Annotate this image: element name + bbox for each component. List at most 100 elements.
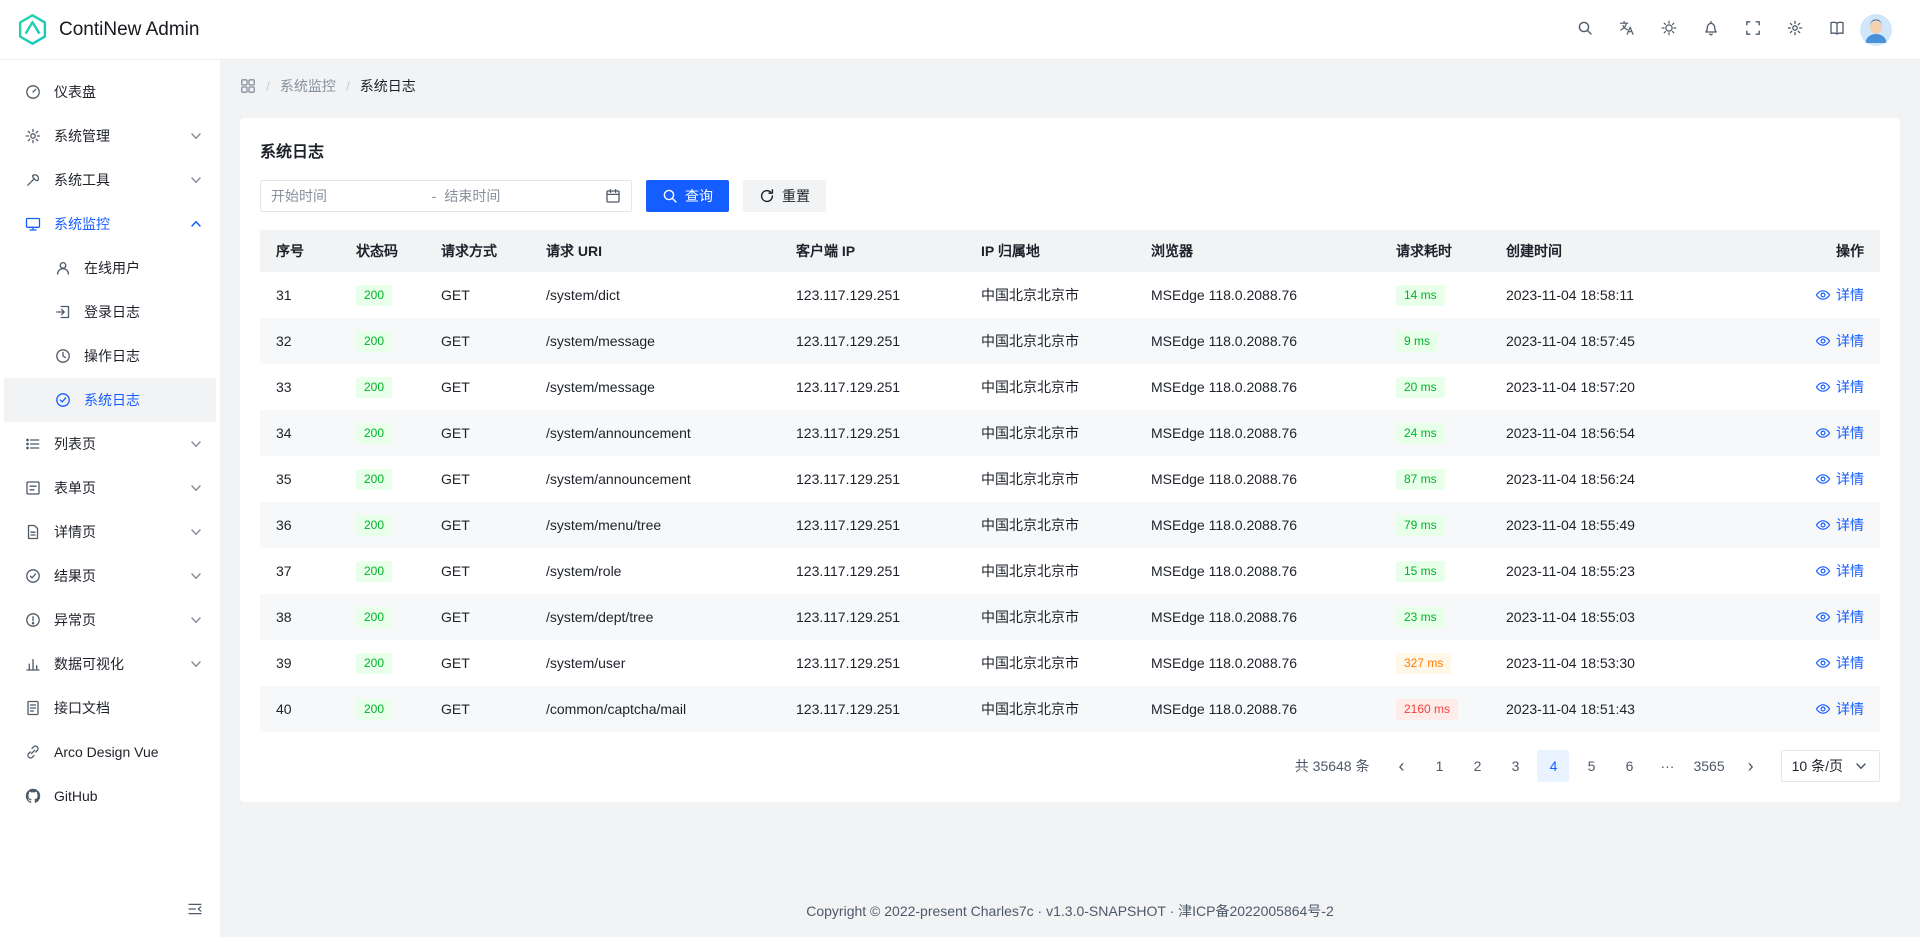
elapsed-badge: 9 ms [1396, 331, 1438, 352]
chevron-down-icon [188, 656, 204, 672]
eye-icon [1815, 655, 1831, 671]
breadcrumb-item-monitor[interactable]: 系统监控 [280, 76, 336, 96]
status-badge: 200 [356, 423, 392, 444]
page-button-5[interactable]: 5 [1575, 750, 1607, 782]
page-button-2[interactable]: 2 [1461, 750, 1493, 782]
app-logo[interactable]: ContiNew Admin [16, 13, 199, 46]
status-badge: 200 [356, 515, 392, 536]
cell-seq: 38 [260, 594, 340, 640]
detail-link[interactable]: 详情 [1815, 515, 1864, 535]
sidebar-item-list-pages[interactable]: 列表页 [4, 422, 216, 466]
docs-button[interactable] [1820, 13, 1854, 47]
search-button[interactable] [1568, 13, 1602, 47]
cell-created_at: 2023-11-04 18:56:54 [1490, 410, 1755, 456]
cell-seq: 35 [260, 456, 340, 502]
detail-link[interactable]: 详情 [1815, 377, 1864, 397]
cell-seq: 39 [260, 640, 340, 686]
settings-button[interactable] [1778, 13, 1812, 47]
sidebar-item-label: 详情页 [54, 522, 176, 542]
apps-icon[interactable] [240, 78, 256, 94]
detail-link[interactable]: 详情 [1815, 607, 1864, 627]
sidebar-item-form-pages[interactable]: 表单页 [4, 466, 216, 510]
cell-status: 200 [340, 594, 425, 640]
sidebar-item-label: 操作日志 [84, 346, 204, 366]
chevron-down-icon [188, 172, 204, 188]
breadcrumb: / 系统监控 / 系统日志 [220, 60, 1920, 112]
sidebar-item-detail-pages[interactable]: 详情页 [4, 510, 216, 554]
sidebar-item-arco-design-vue[interactable]: Arco Design Vue [4, 730, 216, 774]
notification-button[interactable] [1694, 13, 1728, 47]
table-row: 34200GET/system/announcement123.117.129.… [260, 410, 1880, 456]
detail-link[interactable]: 详情 [1815, 423, 1864, 443]
sidebar-item-system-management[interactable]: 系统管理 [4, 114, 216, 158]
sidebar-item-data-visualization[interactable]: 数据可视化 [4, 642, 216, 686]
sidebar-item-system-monitor[interactable]: 系统监控 [4, 202, 216, 246]
detail-link[interactable]: 详情 [1815, 285, 1864, 305]
sidebar-item-dashboard[interactable]: 仪表盘 [4, 70, 216, 114]
cell-elapsed: 2160 ms [1380, 686, 1490, 732]
table-row: 35200GET/system/announcement123.117.129.… [260, 456, 1880, 502]
page-size-value: 10 条/页 [1792, 756, 1843, 776]
page-button-3565[interactable]: 3565 [1689, 750, 1728, 782]
detail-link[interactable]: 详情 [1815, 561, 1864, 581]
column-header-action: 操作 [1755, 230, 1880, 272]
elapsed-badge: 20 ms [1396, 377, 1445, 398]
page-size-select[interactable]: 10 条/页 [1781, 750, 1880, 782]
translate-button[interactable] [1610, 13, 1644, 47]
chevron-down-icon [188, 524, 204, 540]
sidebar-item-api-docs[interactable]: 接口文档 [4, 686, 216, 730]
sidebar-item-label: 系统日志 [84, 390, 204, 410]
page-button-6[interactable]: 6 [1613, 750, 1645, 782]
sidebar-item-github[interactable]: GitHub [4, 774, 216, 818]
detail-link[interactable]: 详情 [1815, 699, 1864, 719]
sidebar-item-system-logs[interactable]: 系统日志 [4, 378, 216, 422]
sidebar-item-operation-logs[interactable]: 操作日志 [4, 334, 216, 378]
theme-light-button[interactable] [1652, 13, 1686, 47]
fullscreen-icon [1745, 20, 1761, 39]
sidebar-item-login-logs[interactable]: 登录日志 [4, 290, 216, 334]
avatar[interactable] [1860, 14, 1892, 46]
cell-status: 200 [340, 364, 425, 410]
sidebar-item-label: 结果页 [54, 566, 176, 586]
detail-link[interactable]: 详情 [1815, 653, 1864, 673]
cell-method: GET [425, 502, 530, 548]
cell-seq: 31 [260, 272, 340, 318]
login-icon [54, 303, 72, 321]
table-row: 37200GET/system/role123.117.129.251中国北京北… [260, 548, 1880, 594]
collapse-sidebar-button[interactable] [182, 897, 208, 923]
syslog-icon [54, 391, 72, 409]
cell-created_at: 2023-11-04 18:56:24 [1490, 456, 1755, 502]
next-page-button[interactable]: › [1735, 750, 1767, 782]
cell-method: GET [425, 640, 530, 686]
cell-uri: /system/dict [530, 272, 780, 318]
detail-link-label: 详情 [1836, 331, 1864, 351]
cell-status: 200 [340, 272, 425, 318]
cell-created_at: 2023-11-04 18:55:23 [1490, 548, 1755, 594]
detail-link[interactable]: 详情 [1815, 469, 1864, 489]
table-row: 31200GET/system/dict123.117.129.251中国北京北… [260, 272, 1880, 318]
sidebar-item-exception-pages[interactable]: 异常页 [4, 598, 216, 642]
cell-seq: 34 [260, 410, 340, 456]
status-badge: 200 [356, 331, 392, 352]
detail-link[interactable]: 详情 [1815, 331, 1864, 351]
pagination-ellipsis[interactable]: ··· [1651, 750, 1683, 782]
column-header-created_at: 创建时间 [1490, 230, 1755, 272]
cell-client_ip: 123.117.129.251 [780, 640, 965, 686]
sidebar-item-system-tools[interactable]: 系统工具 [4, 158, 216, 202]
page-button-4[interactable]: 4 [1537, 750, 1569, 782]
reset-button[interactable]: 重置 [743, 180, 826, 212]
sidebar-item-result-pages[interactable]: 结果页 [4, 554, 216, 598]
page-button-3[interactable]: 3 [1499, 750, 1531, 782]
prev-page-button[interactable]: ‹ [1385, 750, 1417, 782]
page-button-1[interactable]: 1 [1423, 750, 1455, 782]
sidebar-item-label: 仪表盘 [54, 82, 204, 102]
sidebar-item-online-users[interactable]: 在线用户 [4, 246, 216, 290]
date-range-picker[interactable]: 开始时间 - 结束时间 [260, 180, 632, 212]
cell-browser: MSEdge 118.0.2088.76 [1135, 548, 1380, 594]
breadcrumb-separator: / [266, 78, 270, 94]
fullscreen-button[interactable] [1736, 13, 1770, 47]
start-time-placeholder: 开始时间 [271, 186, 424, 206]
sidebar-item-label: 系统管理 [54, 126, 176, 146]
search-button[interactable]: 查询 [646, 180, 729, 212]
sidebar-item-label: 系统工具 [54, 170, 176, 190]
